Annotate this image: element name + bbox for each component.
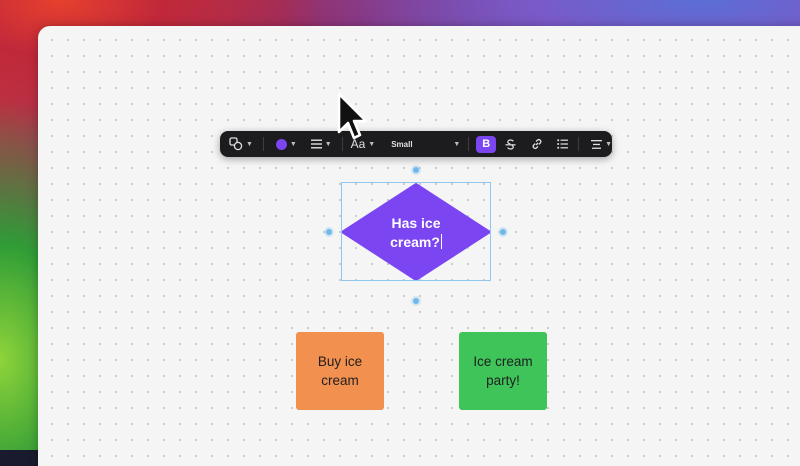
ice-cream-party-node[interactable]: Ice cream party! <box>459 332 547 410</box>
buy-node-line1: Buy ice <box>317 354 363 369</box>
shapes-icon <box>229 137 243 151</box>
resize-handle-bottom[interactable] <box>413 298 419 304</box>
selection-box <box>341 182 491 281</box>
line-style-button[interactable]: ▼ <box>310 131 332 157</box>
arrow-cursor-icon <box>337 92 368 140</box>
resize-handle-top[interactable] <box>413 167 419 173</box>
shape-picker-button[interactable]: ▼ <box>229 131 253 157</box>
chevron-down-icon: ▼ <box>324 140 332 148</box>
bullet-list-icon <box>557 139 569 149</box>
align-lines-icon <box>310 139 322 149</box>
bullet-list-button[interactable] <box>557 131 569 157</box>
toolbar-divider <box>578 137 580 151</box>
resize-handle-left[interactable] <box>326 229 332 235</box>
chevron-down-icon: ▼ <box>246 140 253 148</box>
buy-node-line2: cream <box>321 373 359 388</box>
text-align-button[interactable]: ▼ <box>591 131 612 157</box>
link-icon <box>532 138 542 150</box>
chevron-down-icon: ▼ <box>453 140 461 148</box>
bold-button: B <box>476 135 497 153</box>
toolbar-divider <box>468 137 470 151</box>
party-node-line2: party! <box>486 373 520 388</box>
link-button[interactable] <box>531 131 543 157</box>
strikethrough-icon <box>505 138 516 150</box>
format-toolbar: ▼ ▼ ▼ Aa ▼ Small ▼ B ▼ <box>220 131 612 157</box>
font-size-value: Small <box>391 139 413 149</box>
strikethrough-button[interactable] <box>505 131 516 157</box>
resize-handle-right[interactable] <box>500 229 506 235</box>
buy-ice-cream-node[interactable]: Buy ice cream <box>296 332 384 410</box>
chevron-down-icon: ▼ <box>289 140 297 148</box>
chevron-down-icon: ▼ <box>605 140 613 148</box>
text-align-center-icon <box>591 139 603 149</box>
toolbar-divider <box>262 137 264 151</box>
party-node-line1: Ice cream <box>473 354 533 369</box>
fill-color-swatch <box>275 138 287 150</box>
font-size-select[interactable]: Small ▼ <box>391 131 460 157</box>
bold-toggle[interactable]: B <box>476 131 497 157</box>
fill-color-button[interactable]: ▼ <box>275 131 297 157</box>
